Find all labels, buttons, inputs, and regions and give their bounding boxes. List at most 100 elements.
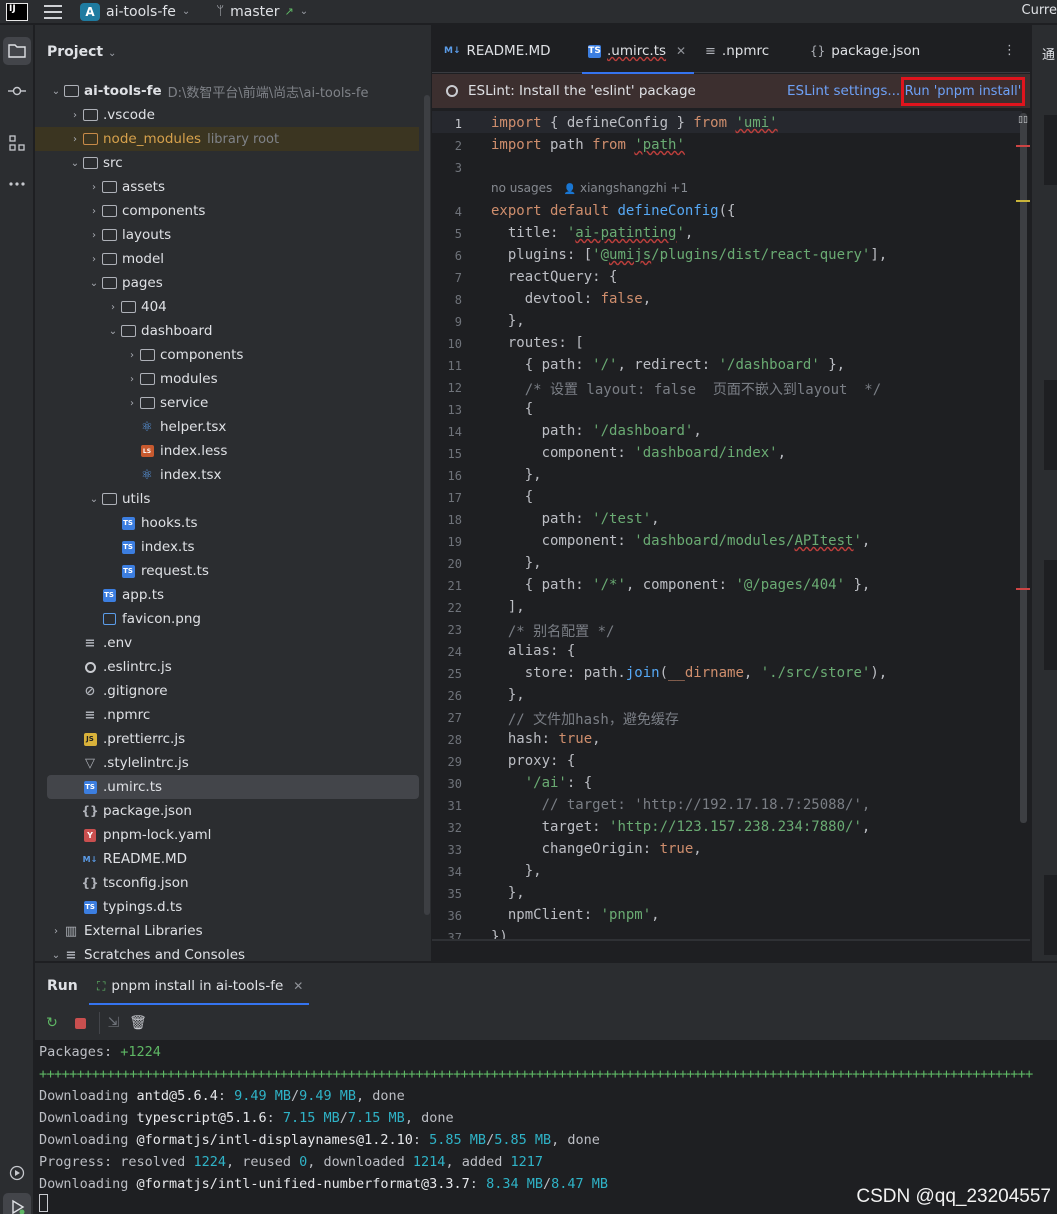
chevron-down-icon[interactable]: ⌄ [300,6,308,17]
rerun-icon[interactable]: ↻ [41,1012,63,1034]
project-scrollbar[interactable] [424,95,430,915]
tree-item[interactable]: › node_modules library root [35,127,419,151]
tab-readme[interactable]: M↓ README.MD [444,41,551,61]
tree-item[interactable]: ⌄ utils [35,487,419,511]
eslint-settings-link[interactable]: ESLint settings... [787,83,900,99]
branch-switcher[interactable]: master [230,4,279,20]
tab-npmrc[interactable]: ≡ .npmrc [705,41,769,61]
structure-icon[interactable] [3,129,31,157]
line-number: 8 [454,293,462,307]
tree-item[interactable]: JS .prettierrc.js [35,727,419,751]
chevron-down-icon[interactable]: ⌄ [87,278,101,289]
tree-item[interactable]: favicon.png [35,607,419,631]
run-pnpm-install-button[interactable]: Run 'pnpm install' [901,77,1025,106]
chevron-right-icon[interactable]: › [68,134,82,145]
tree-item[interactable]: ⌄ src [35,151,419,175]
tree-item[interactable]: › components [35,199,419,223]
line-number: 5 [454,227,462,241]
tree-item[interactable]: ⚛ index.tsx [35,463,419,487]
editor-scrollbar[interactable] [1020,113,1027,823]
chevron-right-icon[interactable]: › [87,254,101,265]
tree-item[interactable]: {} tsconfig.json [35,871,419,895]
tree-item[interactable]: ≡ .env [35,631,419,655]
services-icon[interactable] [3,1159,31,1187]
typescript-file-icon: TS [82,780,98,794]
tree-item[interactable]: TS index.ts [35,535,419,559]
close-icon[interactable]: ✕ [676,44,686,58]
chevron-right-icon[interactable]: › [68,110,82,121]
chevron-down-icon[interactable]: ⌄ [49,950,63,961]
tree-item[interactable]: TS app.ts [35,583,419,607]
chevron-right-icon[interactable]: › [125,374,139,385]
tree-item[interactable]: ⚛ helper.tsx [35,415,419,439]
run-tab[interactable]: ⛶ pnpm install in ai-tools-fe ✕ [97,978,303,994]
chevron-down-icon[interactable]: ⌄ [87,494,101,505]
tree-item[interactable]: ⌄ dashboard [35,319,419,343]
tree-item[interactable]: Ypnpm-lock.yaml [35,823,419,847]
line-number: 22 [447,601,462,615]
chevron-down-icon[interactable]: ⌄ [49,86,63,97]
commit-icon[interactable] [3,77,31,105]
chevron-right-icon[interactable]: › [87,230,101,241]
tree-item[interactable]: TS request.ts [35,559,419,583]
more-tools-icon[interactable] [3,170,31,198]
tree-root[interactable]: ⌄ ai-tools-fe D:\数智平台\前端\尚志\ai-tools-fe [35,79,419,103]
tree-item[interactable]: › components [35,343,419,367]
tree-item[interactable]: LS index.less [35,439,419,463]
tree-item[interactable]: › 404 [35,295,419,319]
chevron-right-icon[interactable]: › [125,350,139,361]
tree-item[interactable]: ⊘ .gitignore [35,679,419,703]
scroll-to-end-icon[interactable]: ⇲ [99,1012,121,1034]
chevron-down-icon[interactable]: ⌄ [106,326,120,337]
chevron-right-icon[interactable]: › [87,206,101,217]
tree-item[interactable]: › modules [35,367,419,391]
close-icon[interactable]: ✕ [293,979,303,993]
reader-mode-icon[interactable]: ▯▯ [1018,115,1028,125]
line-number: 21 [447,579,462,593]
tree-item[interactable]: M↓ README.MD [35,847,419,871]
tree-item[interactable]: ▽ .stylelintrc.js [35,751,419,775]
tree-item[interactable]: {} package.json [35,799,419,823]
code-line: import { defineConfig } from 'umi' [491,115,778,131]
project-switcher[interactable]: ai-tools-fe [106,4,176,20]
warning-marker[interactable] [1016,200,1030,202]
error-marker[interactable] [1016,588,1030,590]
tab-package-json[interactable]: {} package.json [810,41,920,61]
tree-item-label: pages [122,275,163,291]
tree-item[interactable]: › model [35,247,419,271]
tree-item-selected[interactable]: TS .umirc.ts [47,775,419,799]
project-folder-icon[interactable] [3,37,31,65]
line-number: 7 [454,271,462,285]
main-menu-icon[interactable] [44,4,62,19]
tree-item[interactable]: TS typings.d.ts [35,895,419,919]
tree-item[interactable]: ⌄ pages [35,271,419,295]
markdown-file-icon: M↓ [82,854,98,864]
project-badge-icon[interactable]: A [80,2,100,21]
trash-icon[interactable]: 🗑 [127,1012,149,1034]
tab-umirc[interactable]: TS .umirc.ts ✕ [581,41,695,74]
inlay-hint[interactable]: no usages 👤 xiangshangzhi +1 [491,181,688,195]
stop-icon[interactable] [69,1012,91,1034]
chevron-right-icon[interactable]: › [49,926,63,937]
chevron-right-icon[interactable]: › [125,398,139,409]
tree-item-label: .npmrc [103,707,151,723]
tree-item[interactable]: › service [35,391,419,415]
more-vertical-icon[interactable]: ⋮ [1003,43,1016,58]
project-panel-title[interactable]: Project ⌄ [47,44,116,60]
tree-item-label: assets [122,179,165,195]
chevron-down-icon[interactable]: ⌄ [182,6,190,17]
tree-item[interactable]: › layouts [35,223,419,247]
tree-item[interactable]: › .vscode [35,103,419,127]
chevron-down-icon[interactable]: ⌄ [68,158,82,169]
tree-item[interactable]: .eslintrc.js [35,655,419,679]
chevron-right-icon[interactable]: › [106,302,120,313]
tree-item[interactable]: › assets [35,175,419,199]
error-marker[interactable] [1016,145,1030,147]
tree-item[interactable]: › ▥ External Libraries [35,919,419,943]
tree-item[interactable]: TS hooks.ts [35,511,419,535]
run-tool-icon[interactable] [3,1193,31,1214]
run-config-selector[interactable]: Curre [1022,3,1057,18]
chevron-right-icon[interactable]: › [87,182,101,193]
tree-item[interactable]: ≡ .npmrc [35,703,419,727]
eslint-icon [446,85,458,97]
